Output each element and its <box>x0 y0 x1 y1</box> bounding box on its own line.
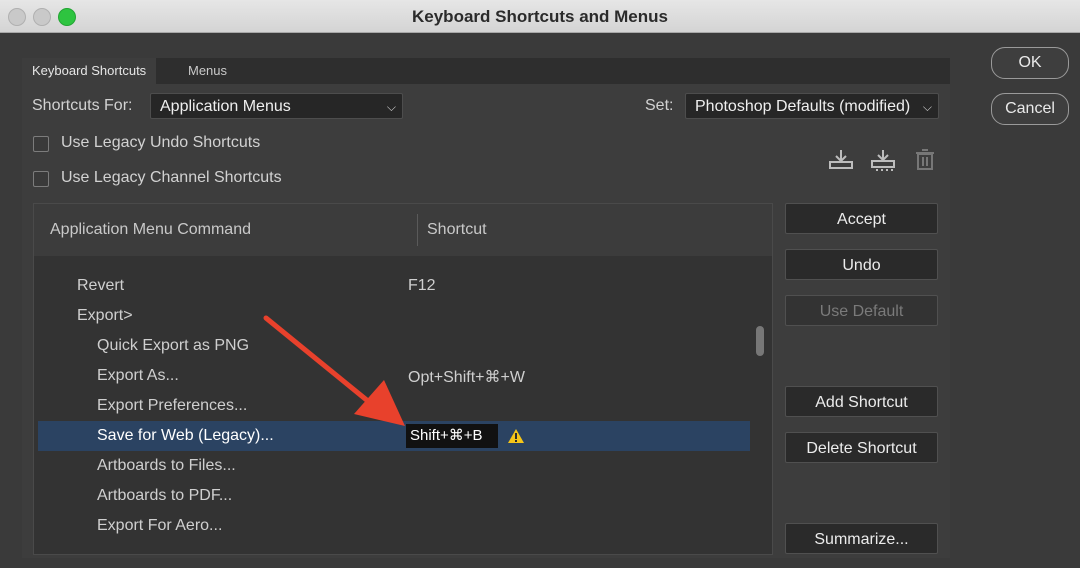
shortcuts-for-value: Application Menus <box>160 98 291 115</box>
legacy-channel-checkbox[interactable] <box>33 171 49 187</box>
row-shortcut: F12 <box>408 277 436 294</box>
row-command: Export Preferences... <box>97 397 248 414</box>
legacy-undo-checkbox[interactable] <box>33 136 49 152</box>
row-command: Export For Aero... <box>97 517 223 534</box>
tab-menus[interactable]: Menus <box>178 58 237 84</box>
accept-button[interactable]: Accept <box>785 203 938 234</box>
trash-icon[interactable] <box>915 149 935 171</box>
scrollbar[interactable] <box>754 270 766 552</box>
row-command: Artboards to Files... <box>97 457 236 474</box>
title-bar: Keyboard Shortcuts and Menus <box>0 0 1080 33</box>
annotation-arrow-icon <box>263 315 405 426</box>
column-header-shortcut[interactable]: Shortcut <box>427 221 487 239</box>
set-label: Set: <box>645 97 674 114</box>
set-dropdown[interactable]: Photoshop Defaults (modified) ⌵ <box>685 93 939 119</box>
delete-shortcut-button[interactable]: Delete Shortcut <box>785 432 938 463</box>
row-command: Revert <box>77 277 125 294</box>
row-command: Export As... <box>97 367 179 384</box>
legacy-channel-label[interactable]: Use Legacy Channel Shortcuts <box>61 169 282 187</box>
row-command: Artboards to PDF... <box>97 487 233 504</box>
use-default-button[interactable]: Use Default <box>785 295 938 326</box>
save-set-icon[interactable] <box>828 148 854 170</box>
table-row[interactable]: Artboards to PDF... <box>38 481 750 511</box>
scrollbar-thumb[interactable] <box>756 326 764 356</box>
legacy-undo-label[interactable]: Use Legacy Undo Shortcuts <box>61 134 260 152</box>
shortcuts-for-label: Shortcuts For: <box>32 97 133 114</box>
row-shortcut: Opt+Shift+⌘+W <box>408 369 525 386</box>
shortcut-input[interactable]: Shift+⌘+B <box>406 424 498 448</box>
ok-button[interactable]: OK <box>991 47 1069 79</box>
add-shortcut-button[interactable]: Add Shortcut <box>785 386 938 417</box>
summarize-button[interactable]: Summarize... <box>785 523 938 554</box>
row-command: Export> <box>77 307 133 324</box>
chevron-down-icon: ⌵ <box>922 100 932 114</box>
chevron-down-icon: ⌵ <box>386 100 396 114</box>
table-row[interactable]: Export For Aero... <box>38 511 750 541</box>
table-row[interactable]: Artboards to Files... <box>38 451 750 481</box>
table-header: Application Menu Command Shortcut <box>34 204 772 256</box>
column-divider <box>417 214 418 246</box>
warning-icon <box>508 429 524 443</box>
undo-button[interactable]: Undo <box>785 249 938 280</box>
save-as-set-icon[interactable] <box>870 148 896 172</box>
tab-keyboard-shortcuts[interactable]: Keyboard Shortcuts <box>22 58 157 84</box>
column-header-command[interactable]: Application Menu Command <box>50 221 251 239</box>
window-title: Keyboard Shortcuts and Menus <box>412 7 668 26</box>
row-command: Quick Export as PNG <box>97 337 250 354</box>
cancel-button[interactable]: Cancel <box>991 93 1069 125</box>
row-command: Save for Web (Legacy)... <box>97 427 274 444</box>
shortcuts-for-dropdown[interactable]: Application Menus ⌵ <box>150 93 403 119</box>
tab-bar: Keyboard Shortcuts Menus <box>22 58 950 84</box>
set-value: Photoshop Defaults (modified) <box>695 98 911 115</box>
table-row[interactable]: Revert F12 <box>38 271 750 301</box>
